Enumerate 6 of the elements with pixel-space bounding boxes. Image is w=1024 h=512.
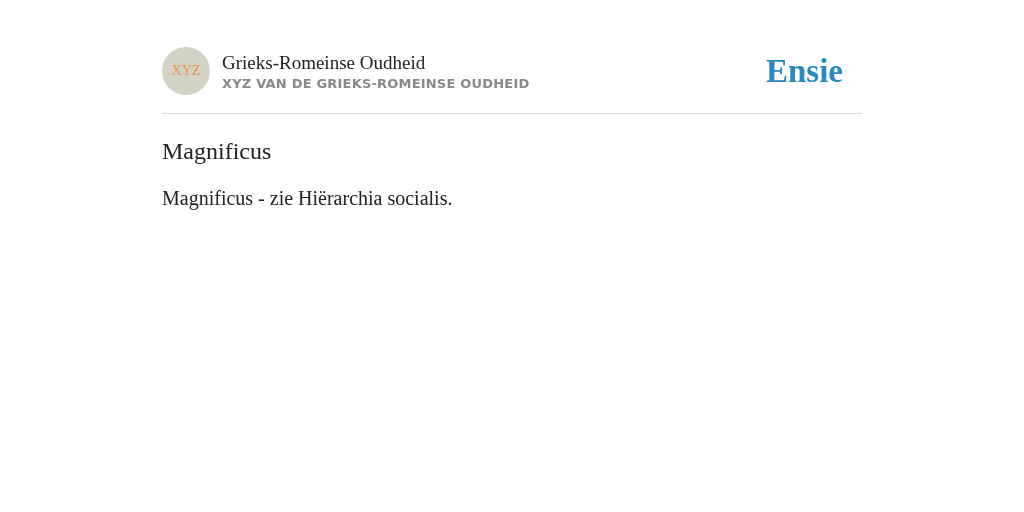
article-heading: Magnificus bbox=[162, 138, 273, 165]
avatar: XYZ bbox=[162, 47, 210, 95]
source-subtitle: XYZ VAN DE GRIEKS-ROMEINSE OUDHEID bbox=[222, 75, 531, 91]
source-title: Grieks-Romeinse Oudheid bbox=[222, 51, 427, 74]
logo[interactable]: Ensie bbox=[765, 52, 843, 90]
article-text: Magnificus - zie Hiërarchia socialis. bbox=[162, 187, 454, 210]
